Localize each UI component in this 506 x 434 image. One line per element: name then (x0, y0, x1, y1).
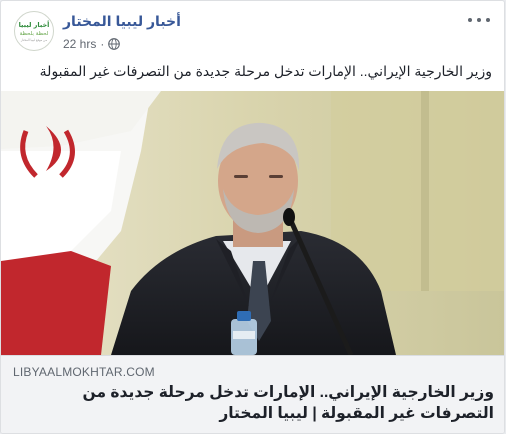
more-options-icon[interactable] (468, 13, 490, 27)
link-preview-image[interactable] (1, 91, 504, 355)
photo-illustration (1, 91, 504, 355)
post-timestamp[interactable]: 22 hrs (63, 37, 96, 51)
post-text: وزير الخارجية الإيراني.. الإمارات تدخل م… (39, 63, 492, 79)
logo-line-3: من موقع ليبيا المختار (20, 38, 48, 42)
logo-line-1: أخبار ليبيا (19, 20, 50, 29)
link-preview-card[interactable]: LIBYAALMOKHTAR.COM وزير الخارجية الإيران… (1, 355, 504, 433)
more-dot (486, 18, 490, 22)
post-meta: 22 hrs · (63, 37, 121, 51)
link-title[interactable]: وزير الخارجية الإيراني.. الإمارات تدخل م… (13, 382, 494, 424)
facebook-post: أخبار ليبيا لحظة بلحظة من موقع ليبيا الم… (0, 0, 505, 434)
page-avatar[interactable]: أخبار ليبيا لحظة بلحظة من موقع ليبيا الم… (14, 11, 54, 51)
globe-icon[interactable] (108, 38, 121, 50)
meta-separator: · (100, 37, 105, 51)
post-header: أخبار ليبيا لحظة بلحظة من موقع ليبيا الم… (1, 1, 504, 61)
more-dot (468, 18, 472, 22)
logo-line-2: لحظة بلحظة (20, 31, 49, 37)
page-name-link[interactable]: أخبار ليبيا المختار (63, 13, 181, 30)
page-logo: أخبار ليبيا لحظة بلحظة من موقع ليبيا الم… (16, 13, 52, 49)
link-domain: LIBYAALMOKHTAR.COM (13, 365, 155, 379)
more-dot (477, 18, 481, 22)
